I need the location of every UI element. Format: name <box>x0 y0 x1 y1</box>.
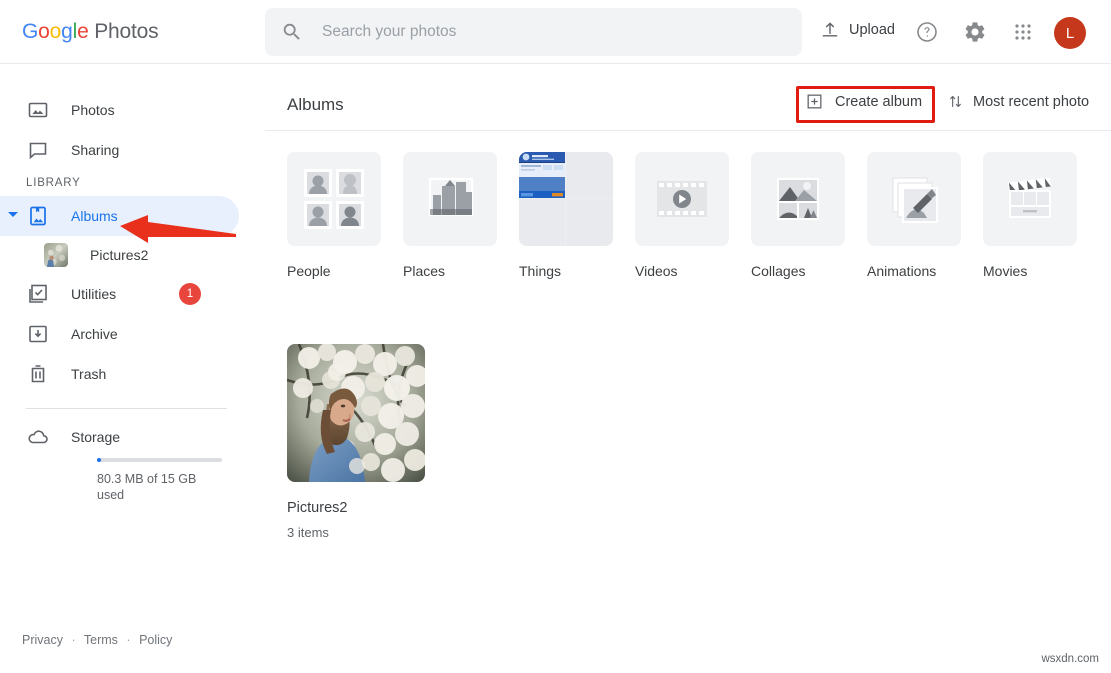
sidebar-item-trash[interactable]: Trash <box>0 354 239 394</box>
category-tiles: People <box>265 152 1111 279</box>
sidebar-subitem-label: Pictures2 <box>90 247 148 263</box>
sidebar-item-label: Photos <box>71 102 115 118</box>
sidebar-divider <box>26 408 227 409</box>
sidebar: Photos Sharing LIBRARY Albums <box>0 64 265 673</box>
people-faces-tile <box>287 152 381 246</box>
category-things[interactable]: Things <box>519 152 635 279</box>
cloud-icon <box>26 425 50 449</box>
animations-tile <box>867 152 961 246</box>
page-title: Albums <box>287 95 344 115</box>
sidebar-item-label: Archive <box>71 326 118 342</box>
category-animations[interactable]: Animations <box>867 152 983 279</box>
collages-tile <box>751 152 845 246</box>
category-label: Animations <box>867 263 983 279</box>
watermark: wsxdn.com <box>1041 653 1099 665</box>
app-header: Google Photos Upload <box>0 0 1111 64</box>
videos-filmstrip-tile <box>635 152 729 246</box>
sidebar-subitem-pictures2[interactable]: Pictures2 <box>0 236 265 274</box>
category-label: Collages <box>751 263 867 279</box>
sort-label: Most recent photo <box>973 94 1089 110</box>
brand-product-name: Photos <box>94 20 158 43</box>
sort-button[interactable]: Most recent photo <box>947 92 1089 111</box>
google-photos-app: Google Photos Upload <box>0 0 1111 673</box>
utilities-icon <box>26 282 50 306</box>
create-album-button[interactable]: Create album <box>805 92 922 111</box>
places-cityscape-tile <box>403 152 497 246</box>
privacy-link[interactable]: Privacy <box>22 633 63 647</box>
help-circle-icon[interactable] <box>915 20 939 44</box>
footer-links: Privacy · Terms · Policy <box>22 633 172 647</box>
category-people[interactable]: People <box>287 152 403 279</box>
storage-progress-bar <box>97 458 222 462</box>
chevron-down-icon[interactable] <box>8 212 18 217</box>
plus-box-icon <box>805 92 824 111</box>
sidebar-item-photos[interactable]: Photos <box>0 90 239 130</box>
album-card-pictures2[interactable]: Pictures2 3 items <box>287 344 439 540</box>
sidebar-item-albums[interactable]: Albums <box>0 196 239 236</box>
gear-icon[interactable] <box>963 20 987 44</box>
search-icon <box>281 21 303 43</box>
album-thumbnail <box>44 243 68 267</box>
category-label: People <box>287 263 403 279</box>
archive-icon <box>26 322 50 346</box>
sidebar-item-label: Utilities <box>71 286 116 302</box>
policy-link[interactable]: Policy <box>139 633 172 647</box>
storage-usage-text: 80.3 MB of 15 GB used <box>97 471 212 503</box>
sidebar-item-label: Sharing <box>71 142 119 158</box>
upload-label: Upload <box>849 22 895 38</box>
photo-icon <box>26 98 50 122</box>
footer-separator: · <box>71 633 75 647</box>
category-label: Movies <box>983 263 1099 279</box>
terms-link[interactable]: Terms <box>84 633 118 647</box>
things-screenshot-tile <box>519 152 613 246</box>
sidebar-item-label: Albums <box>71 208 118 224</box>
category-places[interactable]: Places <box>403 152 519 279</box>
sort-arrows-icon <box>947 92 964 111</box>
album-item-count: 3 items <box>287 525 439 540</box>
storage-label: Storage <box>71 429 120 445</box>
album-title: Pictures2 <box>287 500 439 516</box>
category-collages[interactable]: Collages <box>751 152 867 279</box>
footer-separator: · <box>126 633 130 647</box>
albums-header: Albums Create album Most recent photo <box>265 64 1111 131</box>
trash-icon <box>26 362 50 386</box>
chat-bubble-icon <box>26 138 50 162</box>
category-label: Places <box>403 263 519 279</box>
storage-progress-fill <box>97 458 101 462</box>
album-grid: Pictures2 3 items <box>265 344 439 540</box>
create-album-label: Create album <box>835 94 922 110</box>
brand-logo[interactable]: Google Photos <box>22 20 158 44</box>
storage-section[interactable]: Storage 80.3 MB of 15 GB used <box>0 425 265 503</box>
apps-grid-icon[interactable] <box>1011 20 1035 44</box>
sidebar-item-label: Trash <box>71 366 106 382</box>
sidebar-item-sharing[interactable]: Sharing <box>0 130 239 170</box>
status-badge: 1 <box>179 283 201 305</box>
search-input[interactable] <box>320 22 750 42</box>
upload-button[interactable]: Upload <box>820 20 895 40</box>
album-thumbnail <box>287 344 425 482</box>
avatar[interactable]: L <box>1054 17 1086 49</box>
category-movies[interactable]: Movies <box>983 152 1099 279</box>
sidebar-section-library: LIBRARY <box>0 170 265 196</box>
sidebar-item-archive[interactable]: Archive <box>0 314 239 354</box>
movies-clapperboard-tile <box>983 152 1077 246</box>
category-label: Videos <box>635 263 751 279</box>
category-videos[interactable]: Videos <box>635 152 751 279</box>
sidebar-item-utilities[interactable]: Utilities 1 <box>0 274 239 314</box>
albums-icon <box>26 204 50 228</box>
search-bar[interactable] <box>265 8 802 56</box>
avatar-initial: L <box>1066 25 1074 42</box>
upload-icon <box>820 20 840 40</box>
main-content: Albums Create album Most recent photo <box>265 64 1111 673</box>
category-label: Things <box>519 263 635 279</box>
